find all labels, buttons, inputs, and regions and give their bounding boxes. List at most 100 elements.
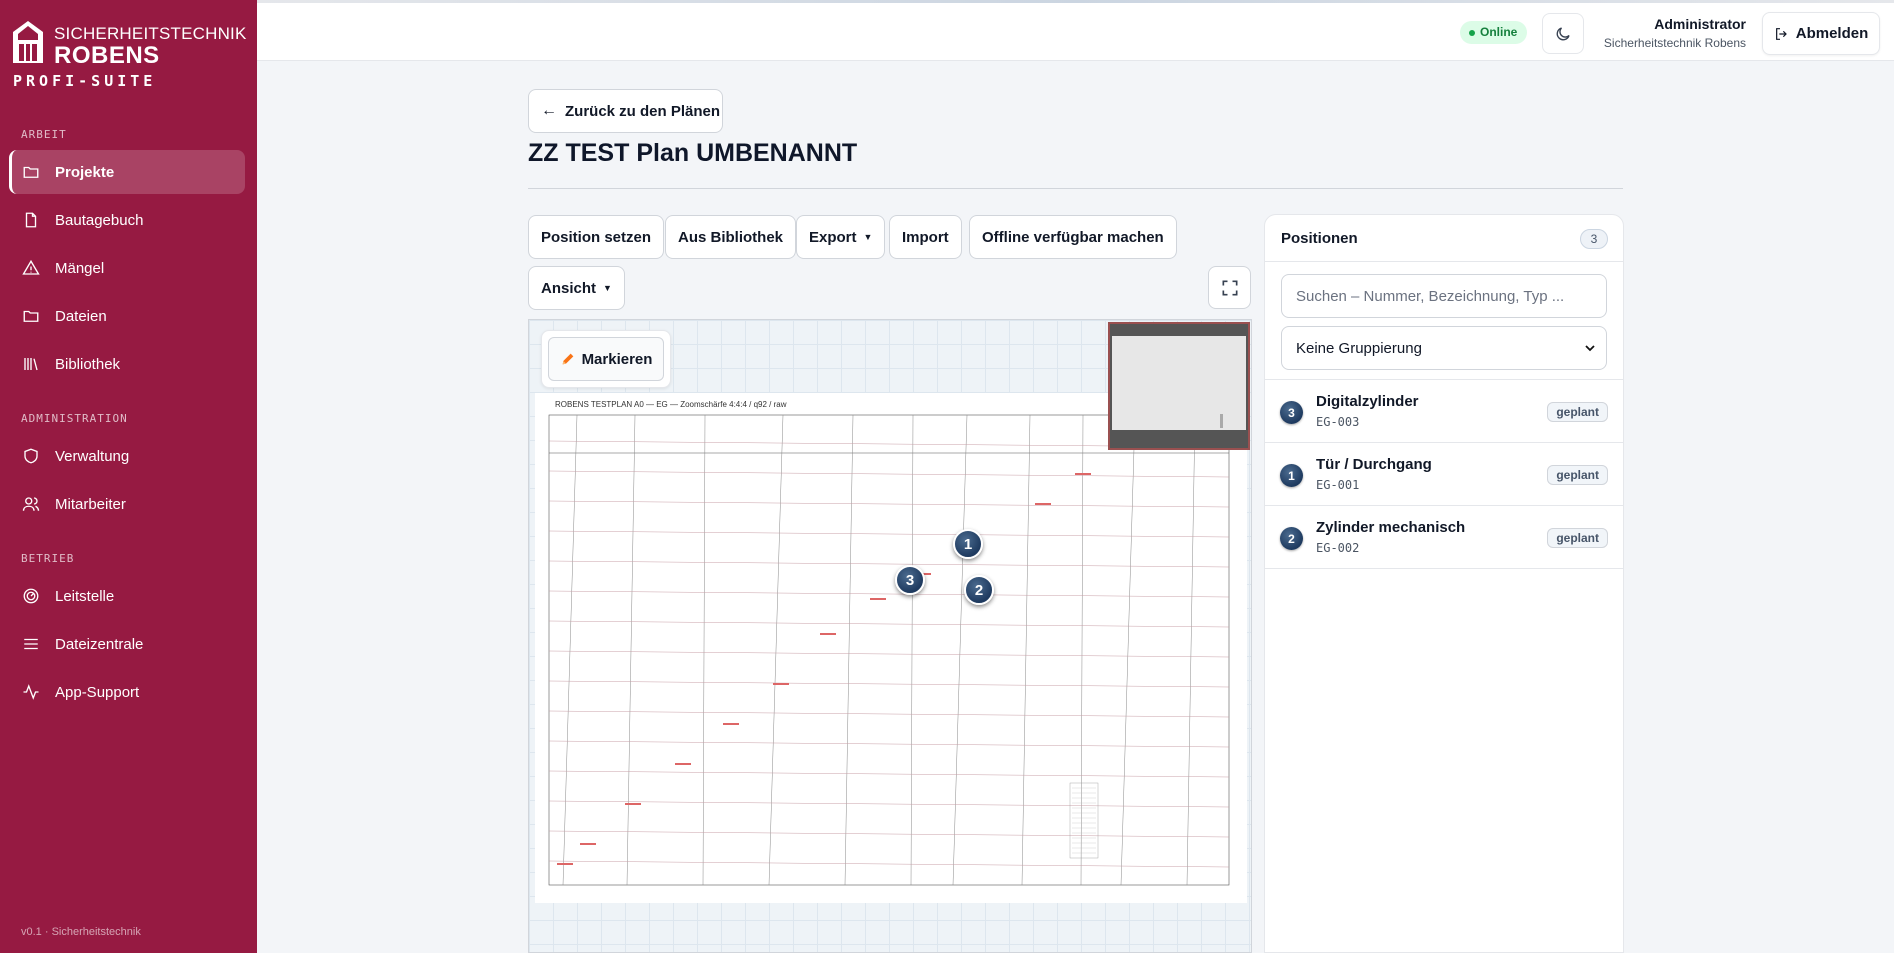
sidebar-item-label: Projekte xyxy=(55,163,115,181)
marker-number: 1 xyxy=(963,535,973,553)
section-label-arbeit: ARBEIT xyxy=(21,128,67,141)
plan-drawing xyxy=(548,414,1230,886)
button-label: Import xyxy=(902,228,949,246)
folder-icon xyxy=(22,163,40,181)
sidebar-item-mitarbeiter[interactable]: Mitarbeiter xyxy=(9,482,245,526)
sidebar-item-projekte[interactable]: Projekte xyxy=(9,150,245,194)
position-list-item[interactable]: 3 Digitalzylinder EG-003 geplant xyxy=(1265,380,1623,443)
positions-search-input[interactable] xyxy=(1281,274,1607,318)
plan-viewer[interactable]: ROBENS TESTPLAN A0 — EG — Zoomschärfe 4:… xyxy=(528,319,1252,953)
sidebar-item-label: Leitstelle xyxy=(55,587,115,605)
plan-position-marker[interactable]: 2 xyxy=(964,575,994,605)
brand-building-icon xyxy=(13,21,43,63)
chevron-down-icon xyxy=(1585,345,1595,352)
sidebar-item-label: Verwaltung xyxy=(55,447,130,465)
button-label: Position setzen xyxy=(541,228,652,246)
top-header: Online Administrator Sicherheitstechnik … xyxy=(257,0,1894,61)
position-list-item[interactable]: 2 Zylinder mechanisch EG-002 geplant xyxy=(1265,506,1623,569)
sidebar: SICHERHEITSTECHNIK ROBENS PROFI-SUITE AR… xyxy=(0,0,257,953)
sidebar-item-bibliothek[interactable]: Bibliothek xyxy=(9,342,245,386)
sidebar-item-bautagebuch[interactable]: Bautagebuch xyxy=(9,198,245,242)
activity-icon xyxy=(22,683,40,701)
user-name: Administrator xyxy=(1654,16,1746,32)
file-icon xyxy=(22,211,40,229)
button-label: Export xyxy=(809,228,857,246)
sidebar-item-leitstelle[interactable]: Leitstelle xyxy=(9,574,245,618)
page-title: ZZ TEST Plan UMBENANNT xyxy=(528,139,858,167)
grouping-value: Keine Gruppierung xyxy=(1296,339,1422,357)
caret-down-icon: ▼ xyxy=(603,283,612,293)
minimap-marker xyxy=(1220,414,1223,428)
sidebar-item-label: Mitarbeiter xyxy=(55,495,126,513)
section-label-administration: ADMINISTRATION xyxy=(21,412,128,425)
sidebar-item-label: Mängel xyxy=(55,259,105,277)
arrow-left-icon: ← xyxy=(541,102,557,119)
brand-suite-name: PROFI-SUITE xyxy=(13,72,157,90)
caret-down-icon: ▼ xyxy=(863,232,873,242)
button-label: Offline verfügbar machen xyxy=(982,228,1164,246)
sidebar-item-label: Bibliothek xyxy=(55,355,121,373)
sidebar-item-dateien[interactable]: Dateien xyxy=(9,294,245,338)
back-to-plans-button[interactable]: ← Zurück zu den Plänen xyxy=(528,89,723,133)
sidebar-item-label: App-Support xyxy=(55,683,140,701)
menu-icon xyxy=(22,635,40,653)
fullscreen-icon xyxy=(1222,280,1237,295)
user-organization: Sicherheitstechnik Robens xyxy=(1603,36,1746,50)
sidebar-item-verwaltung[interactable]: Verwaltung xyxy=(9,434,245,478)
minimap-viewport xyxy=(1112,336,1246,430)
brand-name-main: ROBENS xyxy=(54,42,160,69)
app-version: v0.1 · Sicherheitstechnik xyxy=(21,926,141,938)
position-name: Tür / Durchgang xyxy=(1316,456,1432,473)
offline-available-button[interactable]: Offline verfügbar machen xyxy=(969,215,1177,259)
position-list-item[interactable]: 1 Tür / Durchgang EG-001 geplant xyxy=(1265,443,1623,506)
position-name: Zylinder mechanisch xyxy=(1316,519,1466,536)
fullscreen-button[interactable] xyxy=(1208,266,1251,309)
import-button[interactable]: Import xyxy=(889,215,962,259)
sidebar-item-label: Dateizentrale xyxy=(55,635,144,653)
panel-title: Positionen xyxy=(1281,230,1358,247)
brand-logo-block: SICHERHEITSTECHNIK ROBENS PROFI-SUITE xyxy=(12,20,252,90)
plan-sheet[interactable]: ROBENS TESTPLAN A0 — EG — Zoomschärfe 4:… xyxy=(535,393,1247,903)
plan-position-marker[interactable]: 3 xyxy=(895,565,925,595)
back-label: Zurück zu den Plänen xyxy=(565,102,721,120)
moon-icon xyxy=(1556,26,1570,40)
library-icon xyxy=(22,355,40,373)
folder-icon xyxy=(22,307,40,325)
positions-panel: Positionen 3 Keine Gruppierung 3 Digital… xyxy=(1264,214,1624,953)
title-divider xyxy=(528,188,1623,189)
button-label: Aus Bibliothek xyxy=(678,228,784,246)
position-number-badge: 2 xyxy=(1280,527,1303,550)
sidebar-item-label: Bautagebuch xyxy=(55,211,144,229)
sidebar-item-label: Dateien xyxy=(55,307,107,325)
sidebar-item-app-support[interactable]: App-Support xyxy=(9,670,245,714)
sidebar-item-dateizentrale[interactable]: Dateizentrale xyxy=(9,622,245,666)
online-status-badge: Online xyxy=(1460,21,1528,44)
markieren-button[interactable]: Markieren xyxy=(548,337,664,381)
pencil-icon xyxy=(562,353,573,365)
shield-icon xyxy=(22,447,40,465)
export-dropdown-button[interactable]: Export ▼ xyxy=(796,215,886,259)
sidebar-item-maengel[interactable]: Mängel xyxy=(9,246,245,290)
position-code: EG-003 xyxy=(1316,415,1360,429)
theme-toggle-button[interactable] xyxy=(1542,13,1584,54)
section-label-betrieb: BETRIEB xyxy=(21,552,75,565)
button-label: Ansicht xyxy=(541,279,597,297)
position-name: Digitalzylinder xyxy=(1316,393,1419,410)
panel-header: Positionen 3 xyxy=(1265,215,1623,262)
markieren-label: Markieren xyxy=(581,350,653,368)
plan-minimap[interactable] xyxy=(1108,322,1250,450)
position-code: EG-002 xyxy=(1316,541,1360,555)
brand-name-top: SICHERHEITSTECHNIK xyxy=(54,24,247,43)
position-status-badge: geplant xyxy=(1547,402,1608,422)
grouping-select[interactable]: Keine Gruppierung xyxy=(1281,326,1607,370)
logout-button[interactable]: Abmelden xyxy=(1762,12,1880,55)
position-setzen-button[interactable]: Position setzen xyxy=(528,215,665,259)
plan-position-marker[interactable]: 1 xyxy=(953,529,983,559)
logout-label: Abmelden xyxy=(1795,25,1869,42)
position-status-badge: geplant xyxy=(1547,528,1608,548)
aus-bibliothek-button[interactable]: Aus Bibliothek xyxy=(665,215,797,259)
markieren-toolbar: Markieren xyxy=(541,330,671,388)
logout-icon xyxy=(1775,27,1787,40)
users-icon xyxy=(22,495,40,513)
ansicht-dropdown-button[interactable]: Ansicht ▼ xyxy=(528,266,625,310)
